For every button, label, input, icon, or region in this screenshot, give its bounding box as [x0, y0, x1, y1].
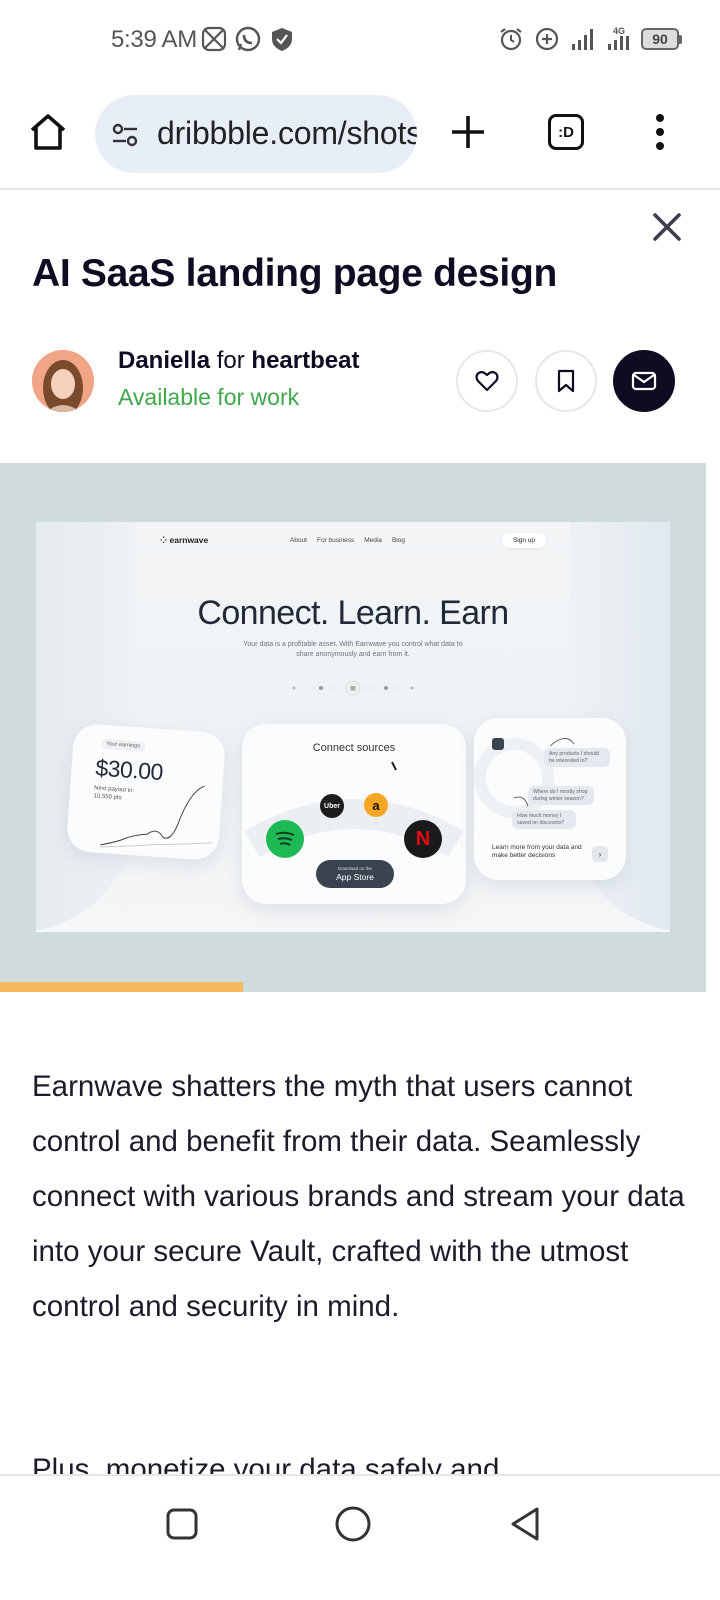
learn-more-arrow: ›: [592, 846, 608, 862]
mockup-ai-card: Any products I should be interested in? …: [474, 718, 626, 880]
avatar[interactable]: [32, 350, 94, 412]
close-icon[interactable]: [650, 210, 684, 244]
mockup-subtitle: Your data is a profitable asset. With Ea…: [243, 641, 463, 658]
system-nav-bar: [0, 1474, 720, 1600]
heart-icon: [475, 370, 499, 392]
availability-status[interactable]: Available for work: [118, 384, 299, 411]
new-tab-icon[interactable]: [446, 110, 490, 154]
uber-logo: Uber: [320, 794, 344, 818]
tab-switcher-button[interactable]: :D: [548, 114, 584, 150]
mockup-nav: About For business Media Blog: [290, 537, 405, 544]
mockup-nav-item: Media: [364, 537, 382, 544]
mockup-hero: Connect. Learn. Earn: [197, 594, 509, 632]
home-nav-icon[interactable]: [333, 1504, 373, 1544]
author-name[interactable]: Daniella: [118, 347, 210, 374]
like-button[interactable]: [456, 350, 518, 412]
home-icon[interactable]: [26, 110, 70, 154]
message-button[interactable]: [613, 350, 675, 412]
mockup-signup: Sign up: [502, 533, 546, 548]
tab-switcher-label: :D: [558, 123, 574, 141]
status-left-icons: [200, 25, 296, 53]
more-options-icon[interactable]: [646, 110, 674, 154]
battery-icon: 90: [641, 28, 682, 50]
description-paragraph: Earnwave shatters the myth that users ca…: [32, 1070, 685, 1323]
site-settings-icon[interactable]: [109, 119, 141, 151]
landing-page-mockup: ⁘ earnwave About For business Media Blog…: [36, 522, 670, 932]
carousel-progress: [0, 982, 243, 992]
shot-image[interactable]: ⁘ earnwave About For business Media Blog…: [0, 463, 706, 992]
whatsapp-icon: [235, 26, 261, 52]
signal-icon: [572, 29, 593, 50]
browser-toolbar: dribbble.com/shots/23409874-AI-SaaS-land…: [0, 80, 720, 190]
author-line: Daniella for heartbeat: [118, 347, 359, 375]
address-bar[interactable]: dribbble.com/shots/23409874-AI-SaaS-land…: [95, 95, 417, 173]
for-word: for: [216, 347, 245, 374]
learn-more-text: Learn more from your data and make bette…: [492, 844, 582, 859]
chat-bubble: Where do I mostly shop during winter sea…: [528, 786, 594, 805]
mockup-nav-item: For business: [317, 537, 355, 544]
earnings-label: Your earnings: [100, 738, 146, 752]
appstore-badge: Download on the App Store: [316, 860, 394, 888]
recent-apps-icon[interactable]: [162, 1504, 202, 1544]
earnings-sparkline: [100, 785, 213, 848]
mockup-nav-item: About: [290, 537, 307, 544]
svg-text:4G: 4G: [613, 26, 625, 36]
alarm-icon: [500, 28, 522, 51]
url-text: dribbble.com/shots/23409874-AI-SaaS-land…: [157, 115, 417, 151]
spotify-logo: [266, 820, 304, 858]
netflix-logo: N: [404, 820, 442, 858]
mail-icon: [631, 371, 657, 391]
signal-4g-icon: 4G: [608, 26, 629, 50]
save-button[interactable]: [535, 350, 597, 412]
bookmark-icon: [557, 369, 575, 393]
amazon-logo: a: [364, 793, 388, 817]
mockup-steps: [288, 680, 418, 696]
grid-app-icon: [201, 26, 227, 52]
back-icon[interactable]: [505, 1504, 545, 1544]
mockup-connect-card: Connect sources Uber a N Download on the…: [242, 724, 466, 904]
status-bar: 5:39 AM 4G 90: [0, 0, 720, 80]
data-saver-icon: [535, 27, 559, 51]
mockup-nav-item: Blog: [391, 537, 405, 544]
status-right-icons: 4G 90: [497, 25, 682, 53]
mockup-earnings-card: Your earnings $30.00 Next payout in: 10,…: [65, 722, 227, 862]
status-time: 5:39 AM: [111, 26, 197, 53]
shot-title: AI SaaS landing page design: [32, 252, 558, 295]
mockup-logo: ⁘ earnwave: [160, 535, 209, 545]
shield-icon: [272, 28, 292, 51]
chat-bubble: Any products I should be interested in?: [544, 748, 610, 767]
chat-bubble: How much money I saved on discounts?: [512, 810, 576, 829]
battery-level: 90: [652, 31, 668, 47]
team-name[interactable]: heartbeat: [251, 347, 359, 374]
